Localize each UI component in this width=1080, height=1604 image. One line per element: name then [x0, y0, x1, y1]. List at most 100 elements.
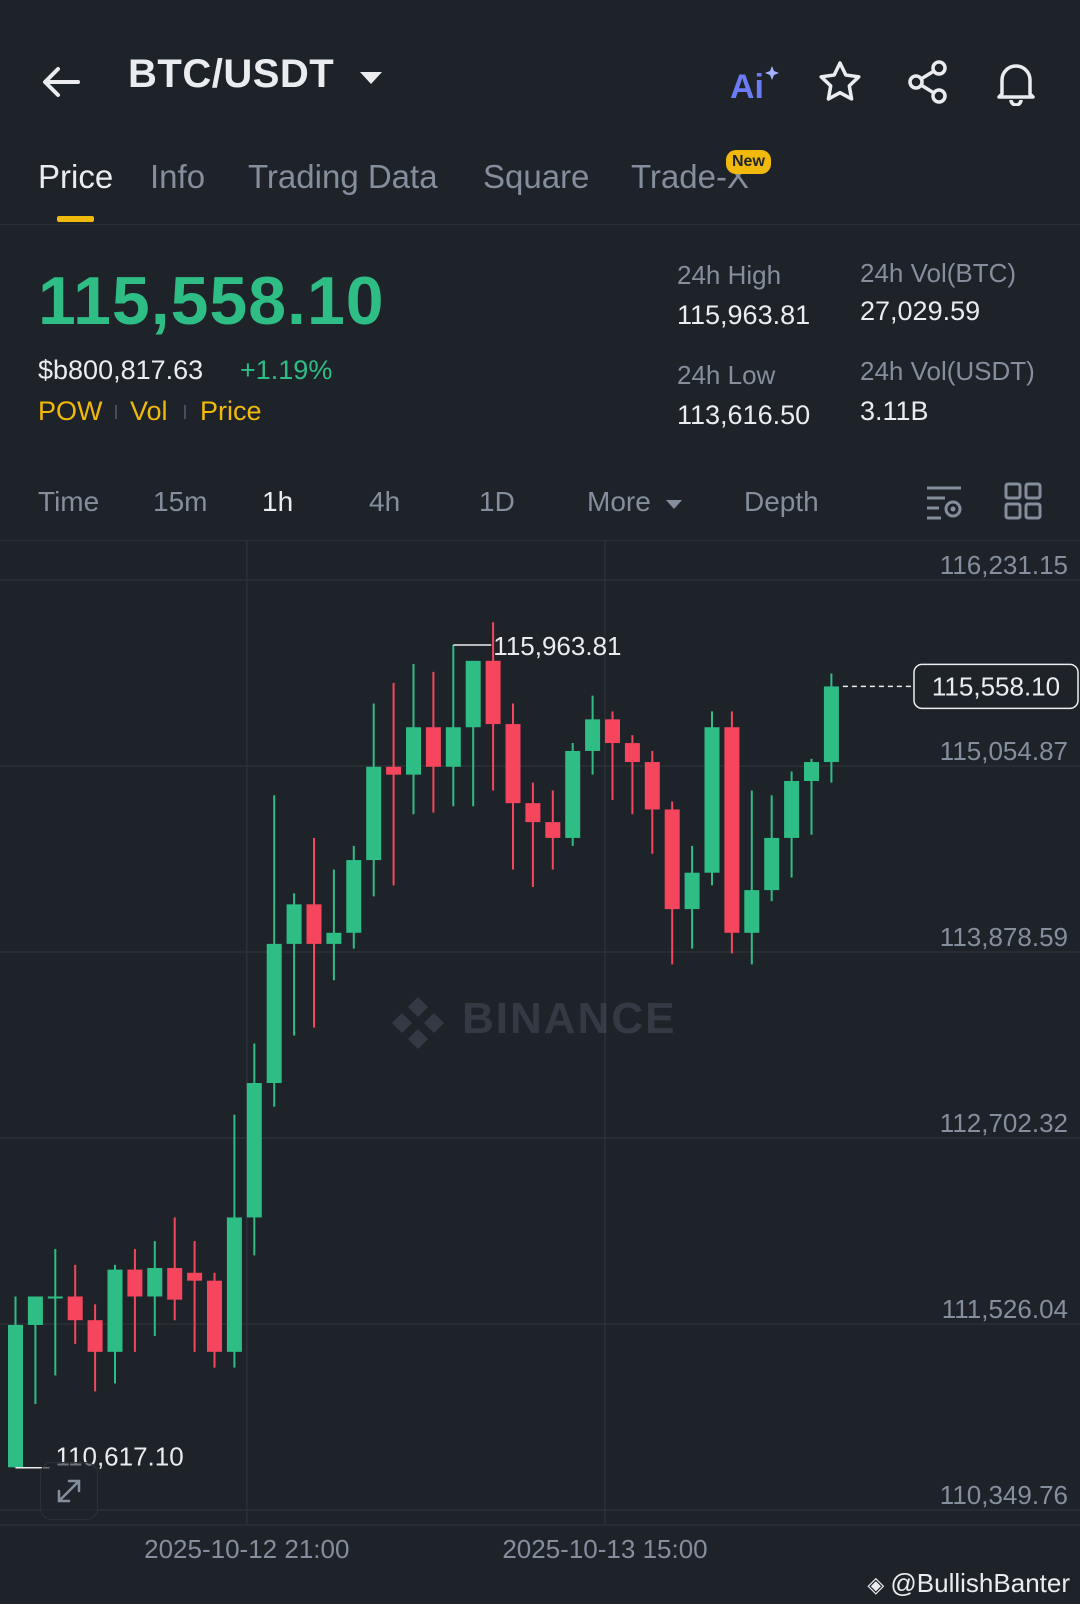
candle-body: [27, 1296, 43, 1325]
watermark-text: BINANCE: [462, 994, 676, 1043]
candle: [664, 801, 680, 965]
candle-body: [67, 1296, 83, 1321]
candle: [366, 703, 382, 897]
indicator-vol[interactable]: Vol: [130, 396, 168, 427]
candle-body: [87, 1320, 103, 1352]
candle-body: [187, 1272, 203, 1281]
bell-icon[interactable]: [992, 58, 1040, 107]
max-price-label: 115,963.81: [493, 631, 621, 661]
tab-info[interactable]: Info: [150, 158, 205, 196]
candlestick-chart[interactable]: BINANCE 116,231.15115,054.87113,878.5911…: [0, 540, 1080, 1565]
watermark-handle: ◈ @BullishBanter: [867, 1568, 1070, 1599]
chart-settings-icon[interactable]: [924, 482, 964, 522]
candle-body: [465, 660, 481, 728]
candle-body: [326, 932, 342, 944]
usd-value: $b800,817.63: [38, 355, 204, 385]
tab-price[interactable]: Price: [38, 158, 113, 196]
candle-body: [406, 727, 421, 775]
candle: [804, 758, 819, 835]
chevron-down-icon[interactable]: [360, 72, 382, 84]
candle-body: [664, 809, 680, 910]
candle-body: [545, 822, 561, 838]
candle-body: [585, 719, 601, 751]
divider: [184, 405, 186, 419]
y-tick-label: 111,526.04: [942, 1294, 1068, 1324]
active-tab-indicator: [57, 216, 94, 222]
indicator-price[interactable]: Price: [200, 396, 262, 427]
interval-time[interactable]: Time: [38, 486, 99, 518]
interval-1d[interactable]: 1D: [479, 486, 515, 518]
candle-body: [804, 762, 819, 782]
pair-selector[interactable]: BTC/USDT: [128, 52, 334, 97]
interval-4h[interactable]: 4h: [369, 486, 400, 518]
candle: [465, 660, 481, 807]
vol-usdt-label: 24h Vol(USDT): [860, 356, 1035, 386]
interval-1h[interactable]: 1h: [262, 486, 293, 518]
binance-logo-icon: ◈: [867, 1572, 891, 1597]
ai-icon[interactable]: Ai: [728, 58, 779, 106]
interval-15m[interactable]: 15m: [153, 486, 207, 518]
vol-btc-value: 27,029.59: [860, 296, 981, 326]
candle-body: [306, 904, 322, 944]
candle-body: [784, 781, 800, 838]
candle: [585, 695, 601, 775]
candle-body: [127, 1269, 143, 1297]
candle: [425, 671, 441, 813]
divider: [115, 405, 117, 419]
candle: [167, 1217, 183, 1321]
candle: [724, 711, 740, 954]
candle-body: [505, 724, 521, 804]
candle-body: [704, 727, 720, 873]
candle: [644, 750, 660, 854]
interval-more[interactable]: More: [587, 486, 651, 518]
x-tick-label: 2025-10-13 15:00: [502, 1534, 707, 1564]
last-price-tag-label: 115,558.10: [932, 671, 1060, 701]
candle: [445, 645, 461, 807]
candle: [147, 1241, 163, 1337]
star-icon[interactable]: [816, 58, 864, 106]
x-tick-label: 2025-10-12 21:00: [144, 1534, 349, 1564]
candle-body: [823, 686, 839, 763]
candle: [306, 837, 322, 1028]
candle-body: [8, 1324, 23, 1468]
candle: [684, 845, 700, 949]
candle: [565, 743, 581, 846]
candle: [67, 1264, 83, 1344]
candle-body: [684, 872, 700, 910]
low-label: 24h Low: [677, 360, 776, 390]
candle: [704, 711, 720, 886]
indicator-pow[interactable]: POW: [38, 396, 103, 427]
tab-trading-data[interactable]: Trading Data: [248, 158, 438, 196]
handle-text: @BullishBanter: [890, 1568, 1070, 1598]
candle: [246, 1043, 262, 1256]
candle: [286, 893, 302, 1036]
candle: [107, 1264, 123, 1384]
share-icon[interactable]: [904, 58, 952, 106]
interval-bar: Time 15m 1h 4h 1D More Depth: [0, 470, 1080, 541]
candle-body: [107, 1269, 123, 1352]
candle-body: [47, 1296, 63, 1299]
candle: [207, 1272, 222, 1368]
candle: [187, 1241, 203, 1352]
candle: [346, 845, 362, 949]
tab-square[interactable]: Square: [483, 158, 589, 196]
candle: [624, 735, 640, 815]
y-tick-label: 110,349.76: [940, 1480, 1068, 1510]
candle: [505, 703, 521, 870]
high-value: 115,963.81: [677, 300, 811, 330]
back-arrow-icon[interactable]: [38, 58, 86, 106]
vol-usdt-value: 3.11B: [860, 396, 929, 426]
candle-body: [207, 1280, 222, 1352]
candle: [545, 790, 561, 870]
candle-body: [445, 727, 461, 767]
candle: [326, 869, 342, 981]
interval-depth[interactable]: Depth: [744, 486, 819, 518]
candle: [764, 795, 780, 902]
grid-layout-icon[interactable]: [1004, 482, 1042, 520]
chevron-down-icon[interactable]: [666, 500, 682, 509]
expand-chart-button[interactable]: [40, 1462, 98, 1520]
ai-label: Ai: [730, 68, 764, 106]
candle-body: [226, 1217, 242, 1352]
candle-body: [266, 943, 282, 1084]
y-tick-label: 112,702.32: [940, 1108, 1068, 1138]
